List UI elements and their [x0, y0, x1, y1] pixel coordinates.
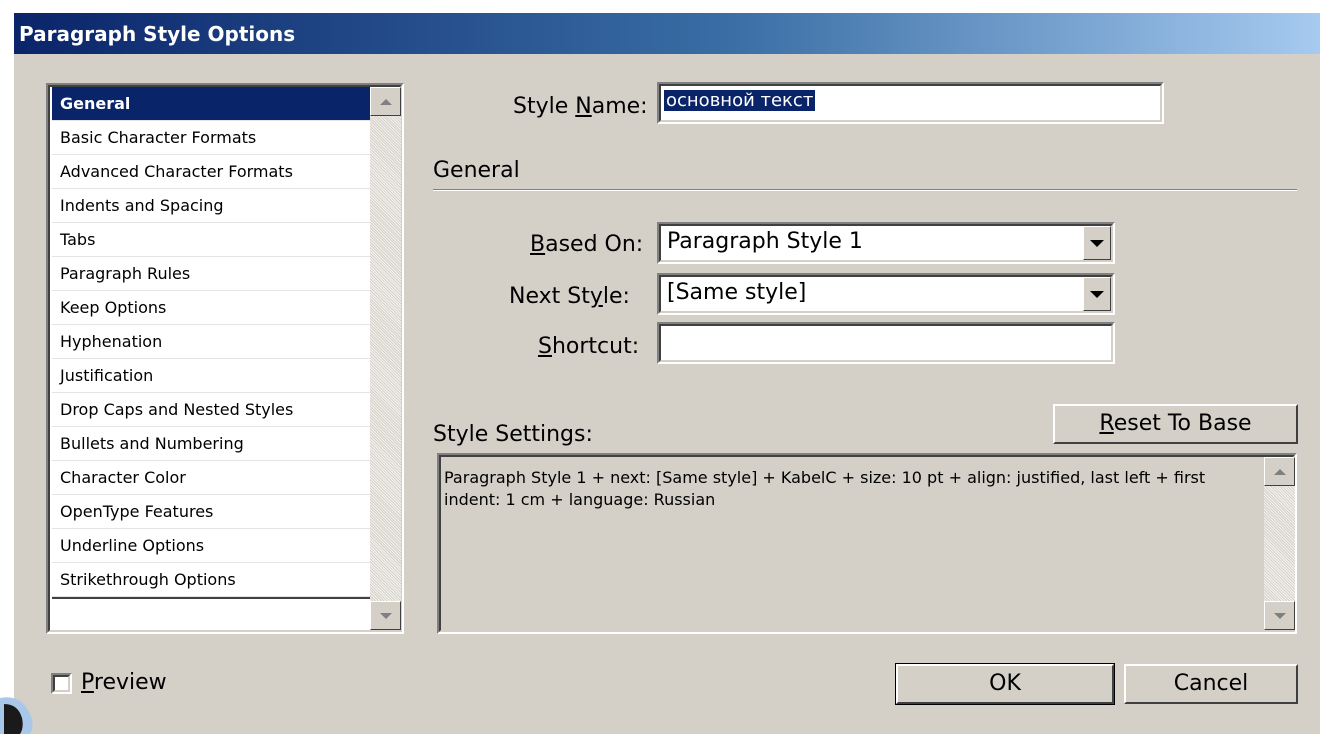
reset-to-base-button[interactable]: Reset To Base	[1053, 404, 1298, 444]
arrow-down-icon	[379, 612, 392, 619]
title-bar[interactable]: Paragraph Style Options	[14, 13, 1320, 54]
based-on-label: Based On:	[530, 232, 644, 257]
category-item-character-color[interactable]: Character Color	[52, 461, 372, 495]
settings-scroll-down-button[interactable]	[1264, 601, 1295, 630]
next-style-dropdown-button[interactable]	[1083, 277, 1111, 311]
settings-scrollbar[interactable]	[1264, 457, 1295, 630]
style-settings-box: Paragraph Style 1 + next: [Same style] +…	[437, 453, 1297, 634]
section-divider	[433, 189, 1297, 191]
ok-button[interactable]: OK	[895, 663, 1115, 705]
category-item-general[interactable]: General	[52, 87, 372, 121]
corner-swoosh-icon	[0, 697, 33, 734]
category-item-paragraph-rules[interactable]: Paragraph Rules	[52, 257, 372, 291]
section-heading: General	[433, 158, 520, 183]
category-item-underline-options[interactable]: Underline Options	[52, 529, 372, 563]
shortcut-input[interactable]	[657, 322, 1115, 364]
category-item-basic-character-formats[interactable]: Basic Character Formats	[52, 121, 372, 155]
category-item-bullets-and-numbering[interactable]: Bullets and Numbering	[52, 427, 372, 461]
next-style-dropdown[interactable]: [Same style]	[657, 273, 1115, 315]
arrow-down-icon	[1273, 612, 1286, 619]
shortcut-label: Shortcut:	[538, 334, 640, 359]
next-style-label: Next Style:	[509, 284, 630, 309]
preview-checkbox[interactable]	[51, 673, 72, 694]
category-item-strikethrough-options[interactable]: Strikethrough Options	[52, 563, 372, 597]
style-name-label: Style Name:	[513, 94, 648, 119]
style-name-value: основной текст	[664, 90, 816, 111]
category-item-advanced-character-formats[interactable]: Advanced Character Formats	[52, 155, 372, 189]
category-item-indents-and-spacing[interactable]: Indents and Spacing	[52, 189, 372, 223]
style-settings-text: Paragraph Style 1 + next: [Same style] +…	[444, 468, 1206, 509]
category-item-justification[interactable]: Justification	[52, 359, 372, 393]
category-item-drop-caps-and-nested-styles[interactable]: Drop Caps and Nested Styles	[52, 393, 372, 427]
scroll-down-button[interactable]	[370, 601, 401, 630]
chevron-down-icon	[1090, 239, 1104, 247]
based-on-dropdown[interactable]: Paragraph Style 1	[657, 222, 1115, 264]
category-scrollbar[interactable]	[370, 87, 401, 630]
scroll-up-button[interactable]	[370, 87, 401, 116]
decorative-corner	[0, 690, 42, 734]
next-style-value: [Same style]	[667, 280, 807, 305]
preview-label[interactable]: Preview	[81, 670, 167, 695]
list-divider	[52, 597, 372, 599]
style-settings-label: Style Settings:	[433, 422, 593, 447]
style-name-input[interactable]: основной текст	[657, 82, 1164, 124]
arrow-up-icon	[379, 98, 392, 105]
settings-scroll-up-button[interactable]	[1264, 457, 1295, 486]
category-item-opentype-features[interactable]: OpenType Features	[52, 495, 372, 529]
category-item-hyphenation[interactable]: Hyphenation	[52, 325, 372, 359]
category-item-tabs[interactable]: Tabs	[52, 223, 372, 257]
category-list[interactable]: General Basic Character Formats Advanced C…	[46, 83, 404, 634]
based-on-dropdown-button[interactable]	[1083, 226, 1111, 260]
window-title: Paragraph Style Options	[19, 22, 296, 46]
cancel-button[interactable]: Cancel	[1124, 664, 1298, 704]
chevron-down-icon	[1090, 290, 1104, 298]
arrow-up-icon	[1273, 468, 1286, 475]
based-on-value: Paragraph Style 1	[667, 229, 863, 254]
category-item-keep-options[interactable]: Keep Options	[52, 291, 372, 325]
